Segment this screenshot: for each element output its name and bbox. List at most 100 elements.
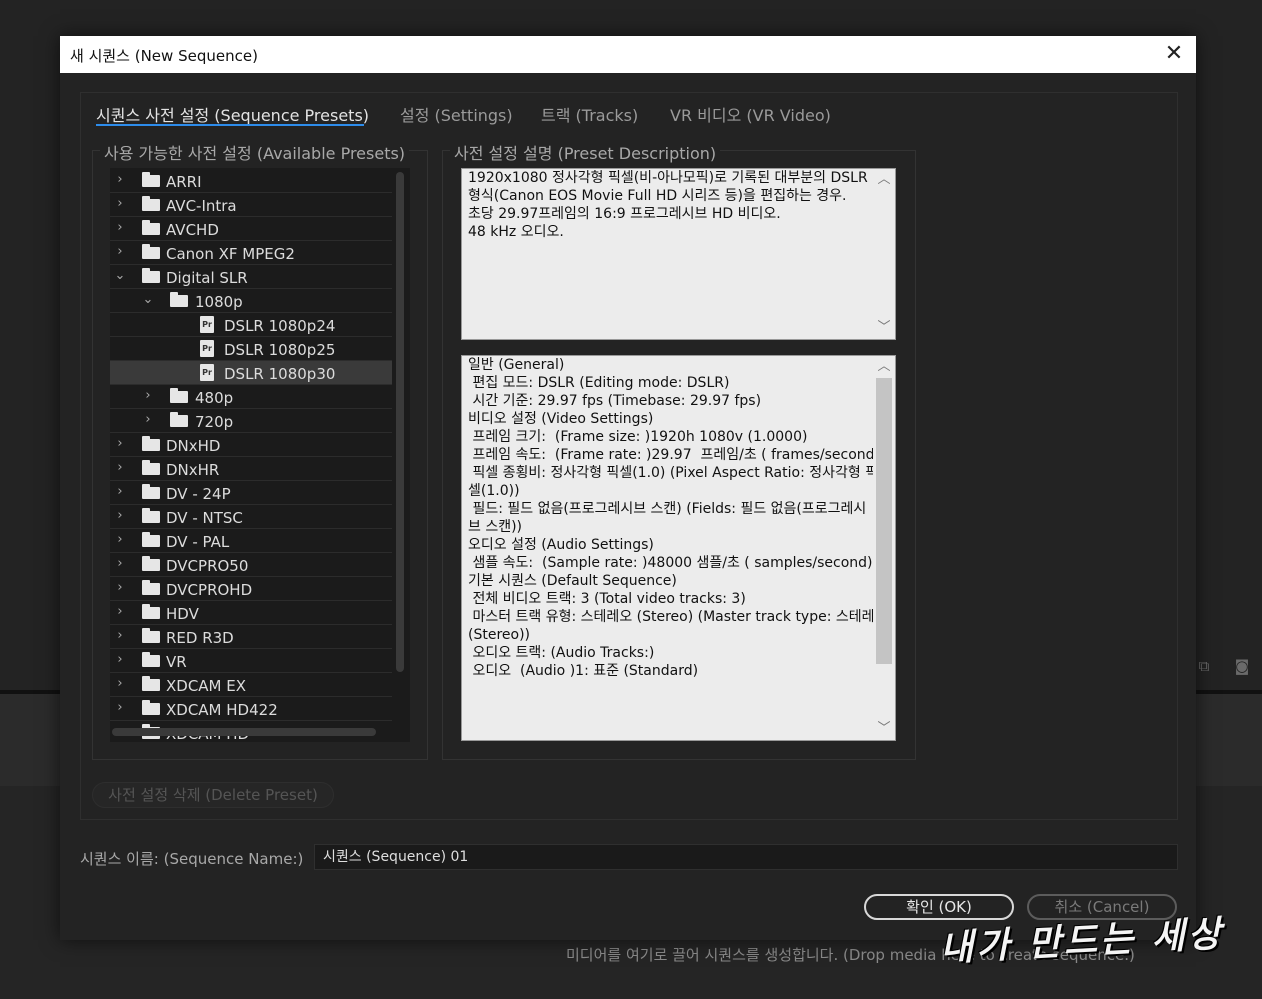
folder-icon <box>142 532 160 547</box>
details-line: 프레임 속도: (Frame rate: )29.97 프레임/초 ( fram… <box>468 447 881 463</box>
sequence-name-input[interactable]: 시퀀스 (Sequence) 01 <box>314 844 1178 870</box>
tree-row-dvcprohd[interactable]: › DVCPROHD <box>110 577 392 601</box>
folder-icon <box>142 268 160 283</box>
folder-icon <box>142 676 160 691</box>
tree-row-hdv[interactable]: › HDV <box>110 601 392 625</box>
tree-row-red-r3d[interactable]: › RED R3D <box>110 625 392 649</box>
details-line: 픽셀 종횡비: 정사각형 픽셀(1.0) (Pixel Aspect Ratio… <box>468 465 879 481</box>
folder-icon <box>142 196 160 211</box>
tree-item-label: 720p <box>195 413 234 431</box>
chevron-right-icon[interactable]: › <box>114 556 126 571</box>
tree-vertical-scrollbar[interactable] <box>396 172 404 672</box>
scroll-down-icon[interactable]: ﹀ <box>873 319 895 337</box>
delete-preset-button[interactable]: 사전 설정 삭제 (Delete Preset) <box>92 782 334 808</box>
details-line: 편집 모드: DSLR (Editing mode: DSLR) <box>468 375 730 391</box>
chevron-right-icon[interactable]: › <box>114 604 126 619</box>
description-line: 형식(Canon EOS Movie Full HD 시리즈 등)을 편집하는 … <box>468 188 847 204</box>
dialog-title: 새 시퀀스 (New Sequence) <box>70 47 258 65</box>
tree-row-xdcam-hd422[interactable]: › XDCAM HD422 <box>110 697 392 721</box>
tree-item-label: AVC-Intra <box>166 197 237 215</box>
tree-row-1080p[interactable]: ⌄ 1080p <box>110 289 392 313</box>
chevron-right-icon[interactable]: › <box>114 532 126 547</box>
chevron-right-icon[interactable]: › <box>114 580 126 595</box>
chevron-right-icon[interactable]: › <box>114 196 126 211</box>
chevron-right-icon[interactable]: › <box>114 484 126 499</box>
tree-row-dnxhr[interactable]: › DNxHR <box>110 457 392 481</box>
tree-row-dv-pal[interactable]: › DV - PAL <box>110 529 392 553</box>
tree-item-label: DV - PAL <box>166 533 230 551</box>
chevron-right-icon[interactable]: › <box>114 460 126 475</box>
tree-item-label: ARRI <box>166 173 202 191</box>
tree-row-vr[interactable]: › VR <box>110 649 392 673</box>
preset-description-label: 사전 설정 설명 (Preset Description) <box>450 140 721 164</box>
close-icon[interactable]: ✕ <box>1160 40 1188 68</box>
details-line: 샘플 속도: (Sample rate: )48000 샘플/초 ( sampl… <box>468 555 873 571</box>
chevron-right-icon[interactable]: › <box>114 436 126 451</box>
folder-icon <box>142 244 160 259</box>
tree-row-dslr-1080p30[interactable]: Pr DSLR 1080p30 <box>110 361 392 385</box>
tree-item-label: DV - 24P <box>166 485 231 503</box>
description-line: 1920x1080 정사각형 픽셀(비-아나모픽)로 기록된 대부분의 DSLR <box>468 170 868 186</box>
details-scrollbar[interactable]: ︿ ﹀ <box>873 356 895 740</box>
chevron-down-icon[interactable]: ⌄ <box>114 268 126 283</box>
chevron-right-icon[interactable]: › <box>114 244 126 259</box>
chevron-down-icon[interactable]: ⌄ <box>142 292 154 307</box>
tree-row-dv-24p[interactable]: › DV - 24P <box>110 481 392 505</box>
camera-icon[interactable]: ◙ <box>1232 656 1252 676</box>
chevron-right-icon[interactable]: › <box>114 172 126 187</box>
preset-description-text[interactable]: 1920x1080 정사각형 픽셀(비-아나모픽)로 기록된 대부분의 DSLR… <box>461 168 896 340</box>
details-scroll-thumb[interactable] <box>876 378 892 664</box>
chevron-right-icon[interactable]: › <box>142 412 154 427</box>
chevron-right-icon[interactable]: › <box>142 388 154 403</box>
details-line: 브 스캔)) <box>468 519 523 535</box>
chevron-right-icon[interactable]: › <box>114 220 126 235</box>
tab-vr-video[interactable]: VR 비디오 (VR Video) <box>670 102 831 126</box>
chevron-right-icon[interactable]: › <box>114 628 126 643</box>
folder-icon <box>142 604 160 619</box>
tab-settings[interactable]: 설정 (Settings) <box>400 102 513 126</box>
sequence-name-label: 시퀀스 이름: (Sequence Name:) <box>80 850 304 868</box>
tree-row-xdcam-ex[interactable]: › XDCAM EX <box>110 673 392 697</box>
scroll-down-icon[interactable]: ﹀ <box>873 720 895 738</box>
tab-sequence-presets[interactable]: 시퀀스 사전 설정 (Sequence Presets) <box>96 102 369 126</box>
folder-icon <box>142 460 160 475</box>
tab-tracks[interactable]: 트랙 (Tracks) <box>541 102 638 126</box>
chevron-right-icon[interactable]: › <box>114 652 126 667</box>
details-line: 필드: 필드 없음(프로그레시브 스캔) (Fields: 필드 없음(프로그레… <box>468 501 867 517</box>
export-frame-icon[interactable]: ⧉ <box>1194 656 1214 676</box>
presets-tree[interactable]: › ARRI › AVC-Intra › AVCHD › Canon XF MP… <box>110 168 410 742</box>
tree-row-dvcpro50[interactable]: › DVCPRO50 <box>110 553 392 577</box>
tree-row-avchd[interactable]: › AVCHD <box>110 217 392 241</box>
tree-item-label: VR <box>166 653 187 671</box>
chevron-right-icon[interactable]: › <box>114 508 126 523</box>
chevron-right-icon[interactable]: › <box>114 700 126 715</box>
tree-row-dnxhd[interactable]: › DNxHD <box>110 433 392 457</box>
chevron-right-icon[interactable]: › <box>114 676 126 691</box>
tree-row-avc-intra[interactable]: › AVC-Intra <box>110 193 392 217</box>
tree-row-dslr-1080p25[interactable]: Pr DSLR 1080p25 <box>110 337 392 361</box>
folder-icon <box>142 220 160 235</box>
tree-horizontal-scrollbar[interactable] <box>112 728 376 736</box>
premiere-preset-icon: Pr <box>200 340 214 357</box>
description-scrollbar[interactable]: ︿ ﹀ <box>873 169 895 339</box>
description-line: 48 kHz 오디오. <box>468 224 564 240</box>
folder-icon <box>170 412 188 427</box>
tree-row-720p[interactable]: › 720p <box>110 409 392 433</box>
tree-row-dslr-1080p24[interactable]: Pr DSLR 1080p24 <box>110 313 392 337</box>
folder-icon <box>142 652 160 667</box>
tree-item-label: DSLR 1080p24 <box>224 317 336 335</box>
tree-item-label: HDV <box>166 605 199 623</box>
tree-item-label: DSLR 1080p30 <box>224 365 336 383</box>
scroll-up-icon[interactable]: ︿ <box>873 171 895 189</box>
scroll-up-icon[interactable]: ︿ <box>873 358 895 376</box>
tree-row-digital-slr[interactable]: ⌄ Digital SLR <box>110 265 392 289</box>
tree-row-canon-xf-mpeg2[interactable]: › Canon XF MPEG2 <box>110 241 392 265</box>
tree-item-label: DV - NTSC <box>166 509 243 527</box>
tree-row-dv-ntsc[interactable]: › DV - NTSC <box>110 505 392 529</box>
tree-row-480p[interactable]: › 480p <box>110 385 392 409</box>
tree-row-arri[interactable]: › ARRI <box>110 169 392 193</box>
preset-details-text[interactable]: 일반 (General) 편집 모드: DSLR (Editing mode: … <box>461 355 896 741</box>
folder-icon <box>142 628 160 643</box>
details-line: 프레임 크기: (Frame size: )1920h 1080v (1.000… <box>468 429 808 445</box>
details-line: 기본 시퀀스 (Default Sequence) <box>468 573 677 589</box>
